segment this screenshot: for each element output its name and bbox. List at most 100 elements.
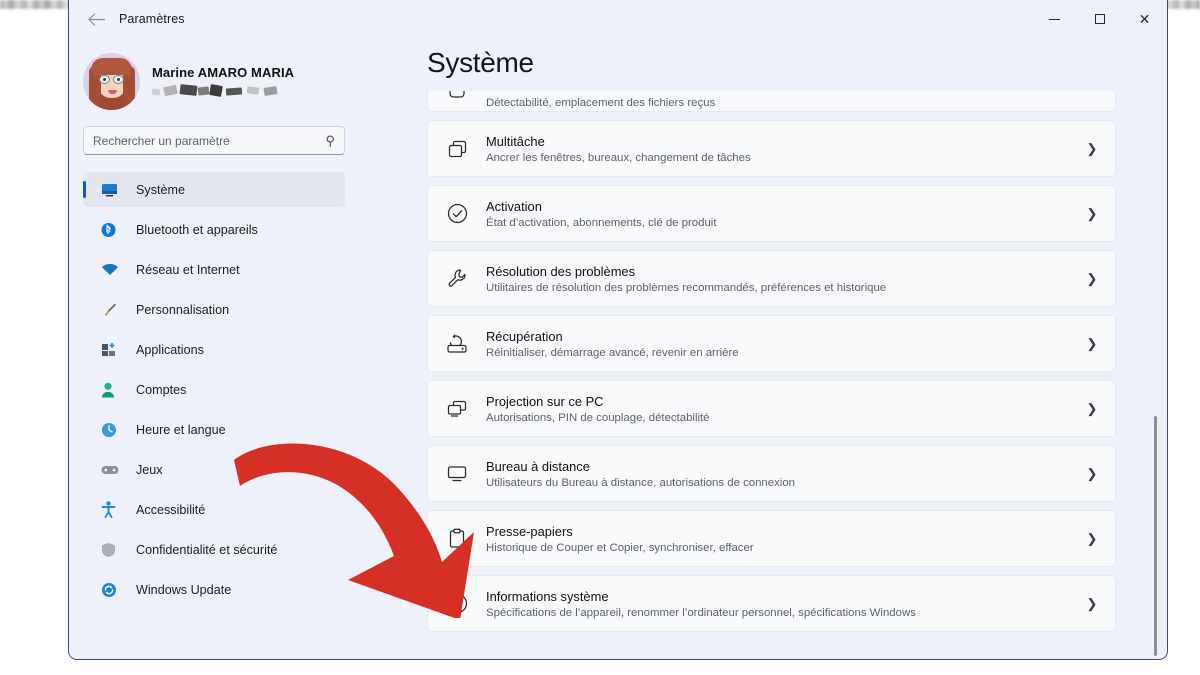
settings-card-subtitle: Utilisateurs du Bureau à distance, autor… [486, 476, 795, 489]
sidebar-item-label: Bluetooth et appareils [136, 222, 258, 237]
search-box[interactable]: ⚲ [83, 126, 345, 155]
back-button[interactable] [79, 4, 113, 34]
chevron-right-icon: ❯ [1086, 335, 1098, 351]
accessibility-person-icon [101, 501, 125, 518]
sidebar-item-jeux[interactable]: Jeux [83, 452, 345, 487]
close-icon: ✕ [1138, 11, 1151, 27]
remote-desktop-icon [428, 464, 486, 483]
minimize-button[interactable] [1032, 0, 1077, 38]
sidebar-item-label: Applications [136, 342, 204, 357]
settings-card-subtitle: Ancrer les fenêtres, bureaux, changement… [486, 151, 751, 164]
refresh-circle-icon [101, 582, 125, 598]
sidebar-item-label: Confidentialité et sécurité [136, 542, 278, 557]
settings-card-subtitle: Détectabilité, emplacement des fichiers … [486, 97, 716, 109]
settings-card-title: Multitâche [486, 133, 545, 149]
settings-card-recuperation[interactable]: Récupération Réinitialiser, démarrage av… [427, 315, 1116, 372]
chevron-right-icon: ❯ [1086, 595, 1098, 611]
settings-card-title: Presse-papiers [486, 523, 573, 539]
sidebar-nav: Système Bluetooth et appareils Réseau et… [69, 172, 359, 607]
maximize-icon [1094, 14, 1105, 24]
arrow-left-icon [87, 12, 105, 26]
chevron-right-icon: ❯ [1086, 400, 1098, 416]
sidebar-item-bluetooth[interactable]: Bluetooth et appareils [83, 212, 345, 247]
window-title: Paramètres [119, 12, 185, 26]
settings-card-subtitle: Autorisations, PIN de couplage, détectab… [486, 411, 710, 424]
sidebar-item-label: Windows Update [136, 582, 232, 597]
project-screens-icon [428, 399, 486, 418]
settings-card-subtitle: Réinitialiser, démarrage avancé, revenir… [486, 346, 739, 359]
settings-card-title: Résolution des problèmes [486, 263, 636, 279]
settings-card-informations-systeme[interactable]: Informations système Spécifications de l… [427, 575, 1116, 632]
sidebar-item-label: Heure et langue [136, 422, 226, 437]
sidebar-item-windows-update[interactable]: Windows Update [83, 572, 345, 607]
close-button[interactable]: ✕ [1122, 0, 1167, 38]
search-input[interactable] [93, 133, 326, 148]
shield-icon [101, 542, 125, 558]
settings-card-title: Projection sur ce PC [486, 393, 604, 409]
monitor-icon [101, 183, 125, 197]
main-content: Système Détectabilité, emplacement des f… [359, 38, 1167, 659]
clock-globe-icon [101, 422, 125, 438]
info-circle-icon [428, 593, 486, 614]
avatar [83, 52, 140, 110]
sidebar-item-reseau[interactable]: Réseau et Internet [83, 252, 345, 287]
search-icon: ⚲ [325, 132, 335, 148]
wrench-icon [428, 268, 486, 289]
settings-card-title: Bureau à distance [486, 458, 590, 474]
settings-card-title: Informations système [486, 588, 609, 604]
settings-card-title: Récupération [486, 328, 563, 344]
maximize-button[interactable] [1077, 0, 1122, 38]
settings-window: Paramètres ✕ Marine AMARO MARIA Recherch… [68, 0, 1168, 660]
settings-card-subtitle: Historique de Couper et Copier, synchron… [486, 541, 754, 554]
share-nearby-icon [428, 91, 486, 111]
paintbrush-icon [101, 302, 125, 318]
scrollbar-thumb[interactable] [1154, 416, 1157, 656]
sidebar-item-label: Jeux [136, 462, 163, 477]
user-name: Marine AMARO MARIA [152, 65, 295, 80]
settings-card-subtitle: Spécifications de l’appareil, renommer l… [486, 606, 916, 619]
chevron-right-icon: ❯ [1086, 205, 1098, 221]
minimize-icon [1049, 18, 1060, 20]
page-title: Système [427, 47, 534, 78]
sidebar: Marine AMARO MARIA ⚲ [69, 38, 359, 659]
settings-card-activation[interactable]: Activation État d’activation, abonnement… [427, 185, 1116, 242]
settings-card-partage-proximite[interactable]: Détectabilité, emplacement des fichiers … [427, 91, 1116, 112]
chevron-right-icon: ❯ [1086, 140, 1098, 156]
window-controls: ✕ [1032, 0, 1167, 38]
sidebar-item-systeme[interactable]: Système [83, 172, 345, 207]
scrollbar-track[interactable] [1151, 91, 1161, 659]
wifi-icon [101, 263, 125, 276]
chevron-right-icon: ❯ [1086, 270, 1098, 286]
sidebar-item-applications[interactable]: Applications [83, 332, 345, 367]
sidebar-item-label: Comptes [136, 382, 187, 397]
settings-card-bureau-a-distance[interactable]: Bureau à distance Utilisateurs du Bureau… [427, 445, 1116, 502]
settings-card-subtitle: État d’activation, abonnements, clé de p… [486, 216, 717, 229]
person-icon [101, 382, 125, 398]
settings-card-list: Détectabilité, emplacement des fichiers … [359, 91, 1167, 659]
windows-stack-icon [428, 139, 486, 159]
clipboard-icon [428, 528, 486, 549]
sidebar-item-heure-langue[interactable]: Heure et langue [83, 412, 345, 447]
sidebar-item-accessibilite[interactable]: Accessibilité [83, 492, 345, 527]
settings-card-title: Activation [486, 198, 542, 214]
settings-card-presse-papiers[interactable]: Presse-papiers Historique de Couper et C… [427, 510, 1116, 567]
recovery-reset-icon [428, 333, 486, 354]
sidebar-item-label: Système [136, 182, 185, 197]
settings-card-projection[interactable]: Projection sur ce PC Autorisations, PIN … [427, 380, 1116, 437]
chevron-right-icon: ❯ [1086, 465, 1098, 481]
sidebar-item-label: Personnalisation [136, 302, 230, 317]
settings-card-multitache[interactable]: Multitâche Ancrer les fenêtres, bureaux,… [427, 120, 1116, 177]
account-email-redacted [151, 84, 290, 97]
sidebar-item-personnalisation[interactable]: Personnalisation [83, 292, 345, 327]
sidebar-item-confidentialite[interactable]: Confidentialité et sécurité [83, 532, 345, 567]
sidebar-item-comptes[interactable]: Comptes [83, 372, 345, 407]
sidebar-item-label: Accessibilité [136, 502, 206, 517]
check-circle-icon [428, 203, 486, 224]
profile-section[interactable]: Marine AMARO MARIA [69, 38, 359, 110]
settings-card-resolution-problemes[interactable]: Résolution des problèmes Utilitaires de … [427, 250, 1116, 307]
gamepad-icon [101, 464, 125, 476]
bluetooth-icon [101, 222, 125, 238]
sidebar-item-label: Réseau et Internet [136, 262, 240, 277]
settings-card-subtitle: Utilitaires de résolution des problèmes … [486, 281, 887, 294]
title-bar: Paramètres ✕ [69, 0, 1167, 38]
